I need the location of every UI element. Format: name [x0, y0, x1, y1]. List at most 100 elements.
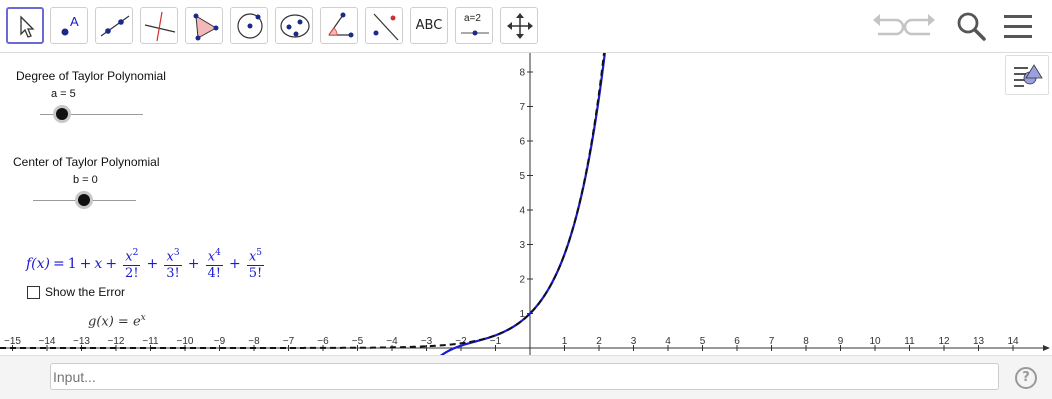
polygon-icon	[193, 13, 219, 41]
search-icon[interactable]	[953, 8, 989, 44]
y-tick-label: 8	[519, 68, 525, 79]
x-tick-label: −11	[142, 336, 159, 347]
center-slider-title: Center of Taylor Polynomial	[13, 155, 160, 169]
x-tick-label: −13	[73, 336, 90, 347]
x-tick-label: 13	[973, 336, 985, 347]
x-tick-label: 7	[769, 336, 775, 347]
algebra-input[interactable]	[50, 363, 999, 390]
x-tick-label: −9	[214, 336, 226, 347]
style-bar-icon	[1014, 64, 1043, 87]
fraction-numerator: x	[125, 249, 133, 265]
degree-slider-knob[interactable]	[56, 108, 68, 120]
circle-tool-button[interactable]	[230, 7, 268, 44]
move-tool-button[interactable]	[6, 7, 44, 44]
y-tick-label: 6	[519, 137, 525, 148]
x-tick-label: −10	[177, 336, 194, 347]
perpendicular-line-icon	[144, 11, 176, 42]
toolbar: A ABC a=2	[0, 0, 1052, 53]
formula-lhs: f(x)	[26, 255, 51, 272]
line-icon	[100, 15, 130, 37]
angle-tool-button[interactable]	[320, 7, 358, 44]
text-tool-button[interactable]: ABC	[410, 7, 448, 44]
equals-sign: =	[53, 255, 65, 272]
cursor-arrow-icon	[20, 15, 35, 38]
fraction-numerator: x	[166, 249, 174, 265]
x-tick-label: −15	[4, 336, 21, 347]
fraction-denominator: 5!	[248, 266, 263, 282]
x-tick-label: −5	[352, 336, 364, 347]
ellipse-tool-button[interactable]	[275, 7, 313, 44]
plus-sign: +	[105, 255, 118, 272]
x-tick-label: −12	[108, 336, 125, 347]
menu-icon[interactable]	[1001, 8, 1035, 44]
line-tool-button[interactable]	[95, 7, 133, 44]
fraction-exponent: 5	[256, 248, 263, 258]
angle-icon	[328, 12, 354, 38]
text-tool-label: ABC	[415, 18, 443, 33]
center-slider-value: b = 0	[73, 174, 98, 186]
y-tick-label: 3	[519, 240, 525, 251]
undo-icon[interactable]	[870, 8, 904, 44]
ellipse-icon	[280, 14, 310, 38]
reflect-icon	[373, 13, 399, 41]
x-tick-label: −14	[39, 336, 56, 347]
degree-slider-value: a = 5	[51, 88, 76, 100]
circle-icon	[237, 13, 263, 39]
g-function-label: g(x) = ex	[88, 313, 146, 329]
x-tick-label: −7	[283, 336, 295, 347]
redo-icon[interactable]	[904, 8, 938, 44]
fraction-3: x3 3!	[164, 245, 182, 282]
x-tick-label: 9	[838, 336, 844, 347]
y-tick-label: 5	[519, 171, 525, 182]
taylor-formula: f(x) = 1 + x + x2 2! + x3 3! + x4 4! + x…	[26, 245, 267, 282]
x-tick-label: 3	[631, 336, 637, 347]
input-bar: ?	[0, 355, 1052, 399]
slider-icon	[461, 30, 489, 36]
x-tick-label: −4	[386, 336, 398, 347]
reflect-tool-button[interactable]	[365, 7, 403, 44]
degree-slider-title: Degree of Taylor Polynomial	[16, 69, 166, 83]
x-tick-label: 5	[700, 336, 706, 347]
fraction-exponent: 2	[132, 248, 139, 258]
plus-sign: +	[229, 255, 241, 272]
formula-term-1: 1	[67, 255, 77, 272]
show-error-checkbox[interactable]	[27, 286, 40, 299]
fraction-denominator: 3!	[166, 266, 180, 282]
fraction-denominator: 4!	[207, 266, 222, 282]
fraction-2: x2 2!	[123, 245, 141, 282]
fraction-4: x4 4!	[205, 245, 224, 282]
x-tick-label: 14	[1007, 336, 1019, 347]
show-error-label[interactable]: Show the Error	[45, 285, 125, 299]
g-function-text: g(x) = e	[88, 314, 141, 330]
graphics-view[interactable]: −15 −14 −13 −12 −11 −10 −9 −8 −7 −6 −5 −4 −3 −2 −1 1 2 3 4…	[0, 53, 1052, 355]
style-bar-button[interactable]	[1005, 55, 1049, 95]
slider-tool-button[interactable]: a=2	[455, 7, 493, 44]
x-tick-label: 10	[869, 336, 881, 347]
perpendicular-tool-button[interactable]	[140, 7, 178, 44]
point-label: A	[70, 14, 79, 29]
fraction-numerator: x	[207, 249, 216, 265]
x-axis-arrow	[1043, 345, 1050, 351]
taylor-polynomial-curve	[439, 53, 606, 355]
point-tool-button[interactable]: A	[50, 7, 88, 44]
x-tick-label: 8	[803, 336, 809, 347]
fraction-5: x5 5!	[246, 245, 265, 282]
x-tick-label: 2	[596, 336, 602, 347]
formula-term-2: x	[94, 255, 103, 272]
polygon-tool-button[interactable]	[185, 7, 223, 44]
y-tick-label: 2	[519, 275, 525, 286]
plus-sign: +	[146, 255, 159, 272]
y-tick-label: 7	[519, 102, 525, 113]
x-tick-label: 12	[938, 336, 950, 347]
plus-sign: +	[79, 255, 92, 272]
help-icon[interactable]: ?	[1015, 367, 1037, 389]
fraction-exponent: 4	[215, 248, 221, 258]
fraction-denominator: 2!	[125, 266, 139, 282]
move-arrows-icon	[507, 13, 533, 39]
fraction-exponent: 3	[173, 248, 180, 258]
x-tick-label: 6	[734, 336, 740, 347]
move-view-tool-button[interactable]	[500, 7, 538, 44]
x-tick-label: 11	[904, 336, 915, 347]
x-tick-label: 1	[562, 336, 568, 347]
center-slider-knob[interactable]	[78, 194, 90, 206]
